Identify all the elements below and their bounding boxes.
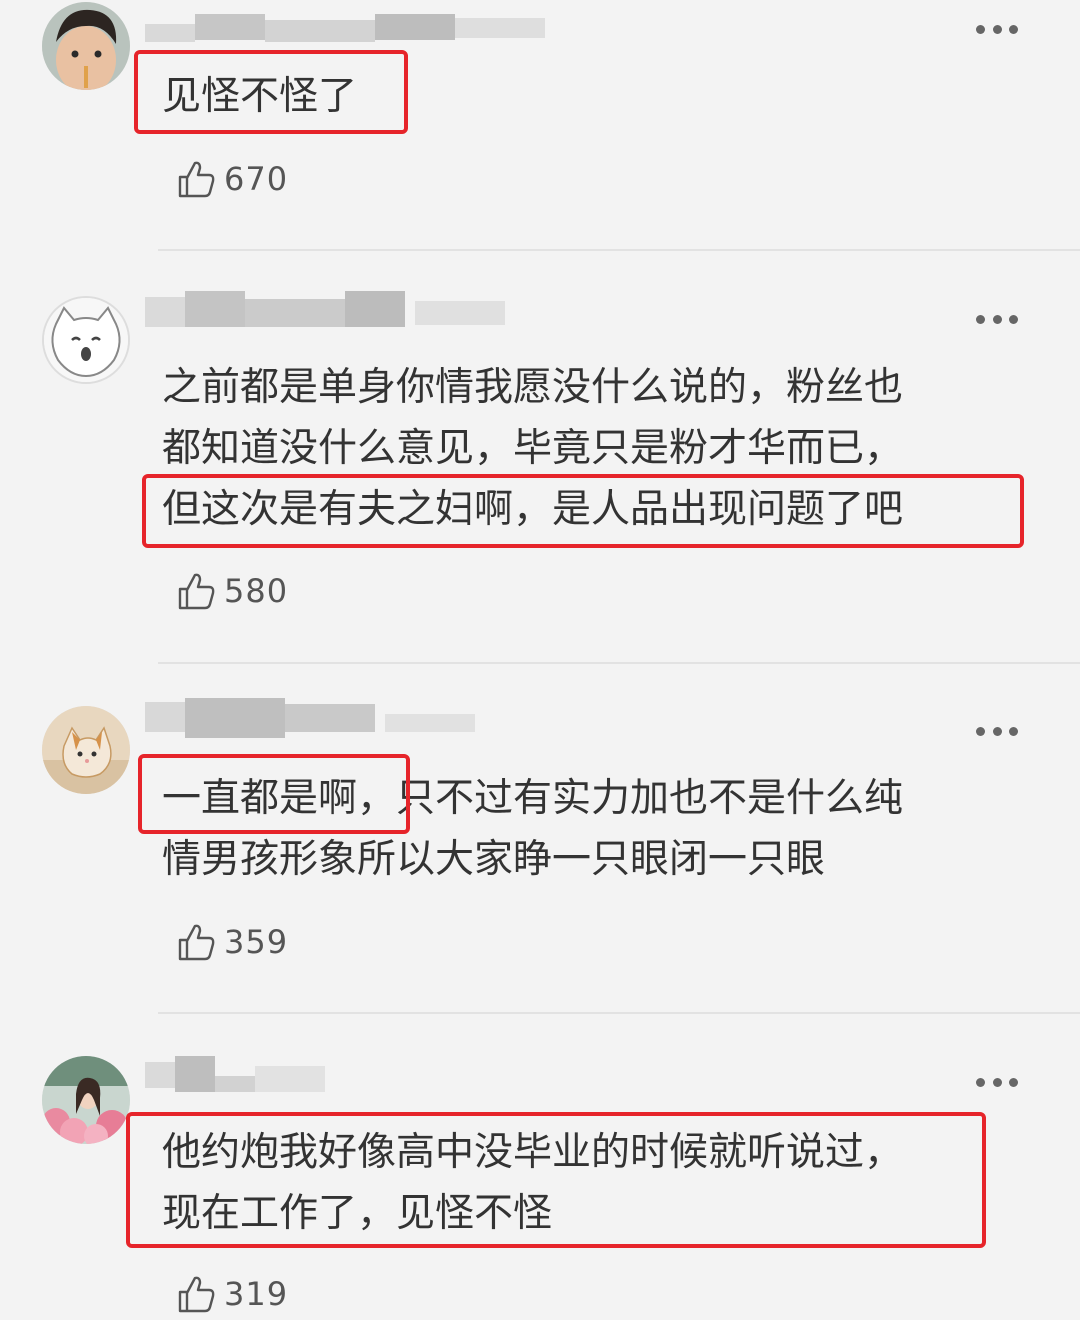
comment-item: 一直都是啊，只不过有实力加也不是什么纯 情男孩形象所以大家睁一只眼闭一只眼 35… <box>0 664 1080 1014</box>
comment-item: 见怪不怪了 670 <box>0 0 1080 251</box>
highlight-box <box>138 754 410 834</box>
username-blurred[interactable] <box>145 291 565 327</box>
like-count: 359 <box>224 923 289 961</box>
comment-line: 都知道没什么意见，毕竟只是粉才华而已， <box>162 426 904 471</box>
thumbs-up-icon <box>178 1276 215 1313</box>
more-dots-icon <box>976 726 985 736</box>
like-button[interactable]: 670 <box>176 157 288 201</box>
thumbs-up-icon <box>178 161 215 198</box>
more-options-button[interactable] <box>976 1077 1018 1087</box>
username-blurred[interactable] <box>145 698 565 738</box>
more-dots-icon <box>976 24 985 34</box>
like-button[interactable]: 359 <box>176 920 288 964</box>
like-count: 580 <box>224 572 289 610</box>
comment-item: 他约炮我好像高中没毕业的时候就听说过， 现在工作了，见怪不怪 319 <box>0 1014 1080 1320</box>
like-button[interactable]: 580 <box>176 569 288 613</box>
like-button[interactable]: 319 <box>176 1272 288 1316</box>
comment-item: 之前都是单身你情我愿没什么说的，粉丝也 都知道没什么意见，毕竟只是粉才华而已， … <box>0 251 1080 664</box>
more-dots-icon <box>976 314 985 324</box>
highlight-box <box>134 50 408 134</box>
avatar[interactable] <box>42 1056 130 1144</box>
like-count: 670 <box>224 160 289 198</box>
highlight-box <box>142 474 1024 548</box>
more-dots-icon <box>976 1077 985 1087</box>
more-options-button[interactable] <box>976 314 1018 324</box>
comment-line: 之前都是单身你情我愿没什么说的，粉丝也 <box>162 365 904 410</box>
thumbs-up-icon <box>178 573 215 610</box>
thumbs-up-icon <box>178 924 215 961</box>
highlight-box <box>126 1112 986 1248</box>
username-blurred[interactable] <box>145 1056 565 1092</box>
avatar[interactable] <box>42 2 130 90</box>
avatar[interactable] <box>42 296 130 384</box>
username-blurred[interactable] <box>145 14 565 50</box>
like-count: 319 <box>224 1275 289 1313</box>
comment-line: 情男孩形象所以大家睁一只眼闭一只眼 <box>162 837 826 882</box>
avatar[interactable] <box>42 706 130 794</box>
more-options-button[interactable] <box>976 24 1018 34</box>
more-options-button[interactable] <box>976 726 1018 736</box>
